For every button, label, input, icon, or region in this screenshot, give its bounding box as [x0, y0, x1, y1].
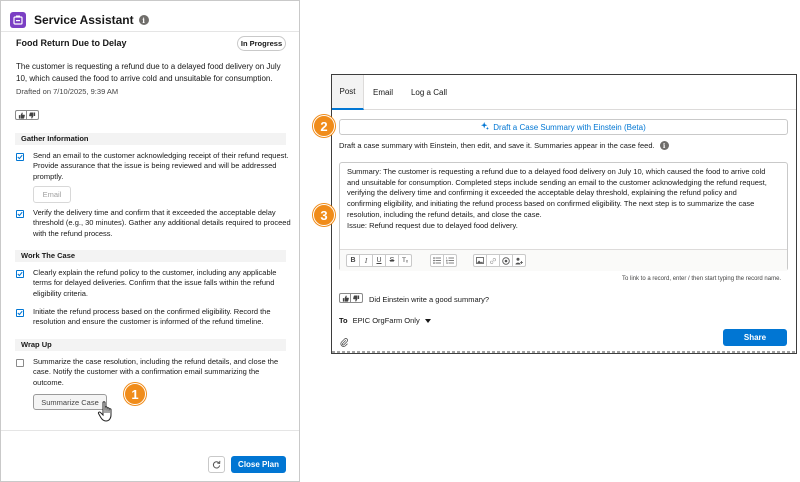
plan-title: Food Return Due to Delay — [16, 38, 127, 48]
task-checkbox[interactable] — [16, 359, 24, 367]
summary-line: and unsuitable for consumption. Complete… — [347, 177, 767, 187]
callout-2: 2 — [313, 115, 335, 137]
summary-text[interactable]: Summary: The customer is requesting a re… — [347, 167, 783, 231]
summarize-case-button[interactable]: Summarize Case — [33, 394, 107, 410]
task-text: Summarize the case resolution, including… — [33, 357, 279, 387]
footer-divider — [1, 430, 299, 431]
italic-icon[interactable]: I — [359, 254, 373, 267]
clear-format-icon[interactable]: Tₓ — [398, 254, 412, 267]
close-plan-button[interactable]: Close Plan — [231, 456, 286, 473]
task-checkbox[interactable] — [16, 153, 24, 161]
audience-value: EPIC OrgFarm Only — [352, 316, 420, 325]
numbered-list-icon[interactable] — [443, 254, 457, 267]
thumbs-up-icon[interactable] — [15, 110, 27, 120]
feedback-question: Did Einstein write a good summary? — [369, 295, 490, 304]
share-button[interactable]: Share — [723, 329, 787, 346]
helper-text: Draft a case summary with Einstein, then… — [339, 141, 669, 150]
tab-post[interactable]: Post — [332, 75, 364, 110]
header-divider — [1, 31, 299, 32]
drafted-timestamp: Drafted on 7/10/2025, 9:39 AM — [16, 87, 119, 96]
user-icon[interactable] — [512, 254, 526, 267]
tab-log-a-call[interactable]: Log a Call — [404, 75, 454, 110]
task-checkbox[interactable] — [16, 270, 24, 278]
task-text: Verify the delivery time and confirm tha… — [33, 208, 291, 238]
case-feed-composer: Post Email Log a Call Draft a Case Summa… — [331, 74, 797, 354]
link-icon[interactable] — [486, 254, 500, 267]
bullet-list-icon[interactable] — [430, 254, 444, 267]
plan-description: The customer is requesting a refund due … — [16, 62, 281, 83]
assistant-title: Service Assistant — [34, 13, 134, 27]
thumbs-down-icon[interactable] — [351, 293, 363, 303]
task-text: Send an email to the customer acknowledg… — [33, 151, 289, 181]
attachment-icon[interactable] — [340, 334, 349, 352]
callout-3: 3 — [313, 204, 335, 226]
chevron-down-icon — [424, 318, 431, 323]
assistant-logo-icon — [10, 12, 26, 28]
image-icon[interactable] — [473, 254, 487, 267]
task-checkbox[interactable] — [16, 210, 24, 218]
helper-label: Draft a case summary with Einstein, then… — [339, 141, 655, 150]
summary-line: resolution, including the refund details… — [347, 209, 542, 219]
task-text: Initiate the refund process based on the… — [33, 307, 271, 327]
thumbs-down-icon[interactable] — [27, 110, 39, 120]
publisher-tabs: Post Email Log a Call — [332, 75, 796, 110]
audience-selector[interactable]: To EPIC OrgFarm Only — [339, 316, 431, 325]
bold-icon[interactable]: B — [346, 254, 360, 267]
service-assistant-panel: Service Assistant i Food Return Due to D… — [0, 0, 300, 482]
section-gather-information: Gather Information — [15, 133, 286, 145]
assistant-header: Service Assistant i — [10, 10, 149, 30]
summary-line: Summary: The customer is requesting a re… — [347, 167, 766, 176]
text-format-group: B I U S Tₓ — [346, 254, 412, 267]
task-checkbox[interactable] — [16, 309, 24, 317]
info-icon[interactable]: i — [659, 141, 669, 150]
summary-line: confirming eligibility, and initiating t… — [347, 199, 755, 209]
summary-line: Issue: Refund request due to delayed foo… — [347, 220, 518, 230]
draft-button-label: Draft a Case Summary with Einstein (Beta… — [493, 122, 646, 132]
insert-group — [473, 254, 526, 267]
mention-icon[interactable] — [499, 254, 513, 267]
list-group — [430, 254, 457, 267]
plan-feedback — [15, 110, 39, 120]
callout-1: 1 — [124, 383, 146, 405]
hand-cursor-icon — [97, 400, 117, 429]
feed-cutoff — [332, 351, 796, 353]
section-wrap-up: Wrap Up — [15, 339, 286, 351]
rich-text-toolbar: B I U S Tₓ — [340, 249, 787, 271]
draft-case-summary-button[interactable]: Draft a Case Summary with Einstein (Beta… — [339, 119, 788, 135]
underline-icon[interactable]: U — [372, 254, 386, 267]
summary-editor[interactable]: Summary: The customer is requesting a re… — [339, 162, 788, 271]
summary-feedback — [339, 293, 363, 303]
to-label: To — [339, 316, 348, 325]
task-text: Clearly explain the refund policy to the… — [33, 268, 277, 298]
email-button[interactable]: Email — [33, 186, 71, 203]
tab-email[interactable]: Email — [366, 75, 400, 110]
info-icon[interactable]: i — [138, 15, 149, 25]
sparkle-icon — [481, 122, 490, 132]
thumbs-up-icon[interactable] — [339, 293, 351, 303]
strikethrough-icon[interactable]: S — [385, 254, 399, 267]
refresh-button[interactable] — [208, 456, 225, 473]
record-link-hint: To link to a record, enter / then start … — [622, 276, 782, 282]
section-work-the-case: Work The Case — [15, 250, 286, 262]
refresh-icon — [212, 456, 221, 474]
status-badge: In Progress — [237, 36, 286, 51]
summary-line: verifying the delivery time and confirmi… — [347, 188, 737, 198]
